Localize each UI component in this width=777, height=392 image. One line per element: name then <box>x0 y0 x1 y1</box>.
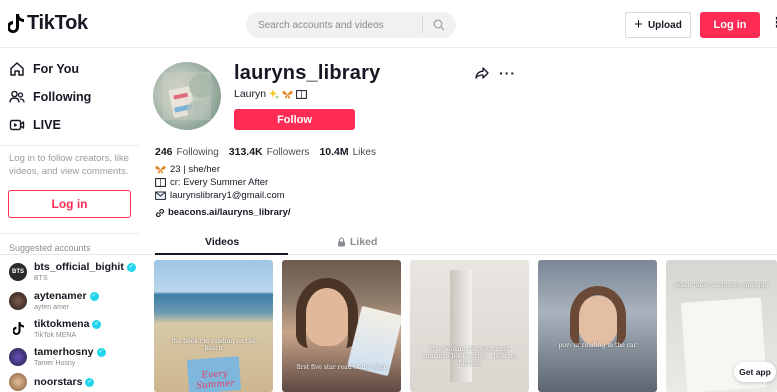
suggested-account[interactable]: tiktokmena ✓ TikTok MENA <box>9 318 102 339</box>
follow-button[interactable]: Follow <box>234 109 355 130</box>
sidebar-divider <box>0 145 140 146</box>
tiktok-note-icon <box>8 14 24 33</box>
stat-likes: 10.4M Likes <box>319 146 376 158</box>
top-bar: TikTok + Upload Log in ⋮ <box>0 0 777 48</box>
video-caption: when there's a bonus epilogue <box>675 282 768 289</box>
suggested-account[interactable]: tamerhosny ✓ Tamer Hosny <box>9 347 106 367</box>
logo-text: TikTok <box>27 12 88 34</box>
account-username: bts_official_bighit <box>34 261 124 273</box>
butterfly-icon <box>282 90 293 99</box>
video-thumbnail[interactable]: first five star read of the year <box>282 260 401 392</box>
avatar <box>9 319 27 338</box>
video-thumbnail[interactable]: the book i'm reading on the beach Every … <box>154 260 273 392</box>
bio-email: laurynslibrary1@gmail.com <box>170 190 285 201</box>
avatar: BTS <box>9 262 27 281</box>
suggested-account[interactable]: BTS bts_official_bighit ✓ BTS <box>9 262 136 282</box>
butterfly-icon <box>155 165 166 174</box>
book-title: Every Summer <box>195 369 235 392</box>
verified-badge-icon: ✓ <box>126 262 136 272</box>
sparkles-icon <box>269 89 280 99</box>
tab-videos[interactable]: Videos <box>205 236 239 248</box>
search-icon[interactable] <box>423 12 455 38</box>
login-button-sidebar[interactable]: Log in <box>8 190 131 218</box>
sidebar-item-label: LIVE <box>33 118 61 132</box>
search-bar[interactable] <box>246 12 456 38</box>
verified-badge-icon: ✓ <box>96 347 106 357</box>
more-actions-icon[interactable]: ··· <box>499 66 516 80</box>
verified-badge-icon: ✓ <box>92 319 102 329</box>
account-username: tiktokmena <box>34 318 90 330</box>
bio-text: 23 | she/her <box>170 164 221 175</box>
account-display-name: ayten amer <box>34 303 70 311</box>
stat-following[interactable]: 246 Following <box>155 146 219 158</box>
sidebar-divider <box>0 233 140 234</box>
profile-stats: 246 Following 313.4K Followers 10.4M Likes <box>155 146 376 158</box>
profile-nickname: Lauryn <box>234 88 308 100</box>
bio-line: 23 | she/her <box>155 164 220 175</box>
account-display-name: BTS <box>34 274 48 282</box>
profile-link-text: beacons.ai/lauryns_library/ <box>168 207 291 218</box>
lock-icon <box>338 237 345 247</box>
share-icon[interactable] <box>475 66 489 84</box>
login-prompt-text: Log in to follow creators, like videos, … <box>9 153 129 177</box>
tabs-divider <box>0 254 777 255</box>
profile-avatar <box>153 62 221 130</box>
sidebar-item-label: Following <box>33 90 92 104</box>
video-caption: pov: ur reading in the car <box>558 342 637 349</box>
tiktok-note-icon <box>12 322 24 336</box>
suggested-accounts-title: Suggested accounts <box>9 243 91 253</box>
bio-line: laurynslibrary1@gmail.com <box>155 190 285 201</box>
sidebar-item-following[interactable]: Following <box>9 89 91 105</box>
person-hair <box>570 286 626 346</box>
account-username: tamerhosny <box>34 346 94 358</box>
account-display-name: Tamer Hosny <box>34 359 76 367</box>
video-thumbnail[interactable]: pov: ur reading in the car <box>538 260 657 392</box>
video-caption: the book i'm reading on the beach <box>171 338 256 352</box>
upload-label: Upload <box>647 19 682 31</box>
profile-link[interactable]: beacons.ai/lauryns_library/ <box>155 207 291 218</box>
bio-line: cr: Every Summer After <box>155 177 268 188</box>
avatar <box>9 347 27 366</box>
more-options-icon[interactable]: ⋮ <box>770 15 777 29</box>
nickname-text: Lauryn <box>234 88 267 100</box>
plus-icon: + <box>634 16 643 33</box>
following-icon <box>9 90 25 103</box>
tab-active-indicator <box>155 253 288 255</box>
account-username: noorstars <box>34 375 83 388</box>
avatar <box>9 373 27 391</box>
live-icon <box>9 119 25 131</box>
account-display-name: TikTok MENA <box>34 331 77 339</box>
sidebar-item-label: For You <box>33 62 80 76</box>
book-icon <box>155 178 166 187</box>
video-caption: first five star read of the year <box>296 364 387 371</box>
video-thumbnail[interactable]: if ur looking for your next romance book… <box>410 260 529 392</box>
search-input[interactable] <box>246 19 422 31</box>
person-hair <box>296 278 358 348</box>
suggested-account[interactable]: noorstars ✓ <box>9 373 95 391</box>
tab-label: Liked <box>350 236 378 248</box>
profile-username: lauryns_library <box>234 62 381 84</box>
sidebar: For You Following LIVE Log in to follow … <box>0 49 140 392</box>
stat-followers[interactable]: 313.4K Followers <box>229 146 310 158</box>
login-button-header[interactable]: Log in <box>700 12 760 38</box>
avatar <box>9 291 27 310</box>
verified-badge-icon: ✓ <box>85 377 95 387</box>
get-app-button[interactable]: Get app <box>734 362 776 382</box>
bio-text: cr: Every Summer After <box>170 177 269 188</box>
book-icon <box>296 89 308 99</box>
verified-badge-icon: ✓ <box>89 291 99 301</box>
home-icon <box>10 62 24 76</box>
upload-button[interactable]: + Upload <box>625 12 691 38</box>
link-icon <box>155 208 165 217</box>
sidebar-item-for-you[interactable]: For You <box>9 61 79 77</box>
sidebar-item-live[interactable]: LIVE <box>9 117 61 133</box>
video-caption: if ur looking for your next romance book… <box>423 346 516 367</box>
tiktok-logo[interactable]: TikTok <box>8 12 88 35</box>
mail-icon <box>155 191 166 200</box>
suggested-account[interactable]: aytenamer ✓ ayten amer <box>9 291 99 311</box>
account-username: aytenamer <box>34 290 87 302</box>
tab-liked[interactable]: Liked <box>337 236 377 248</box>
tab-label: Videos <box>205 236 240 248</box>
